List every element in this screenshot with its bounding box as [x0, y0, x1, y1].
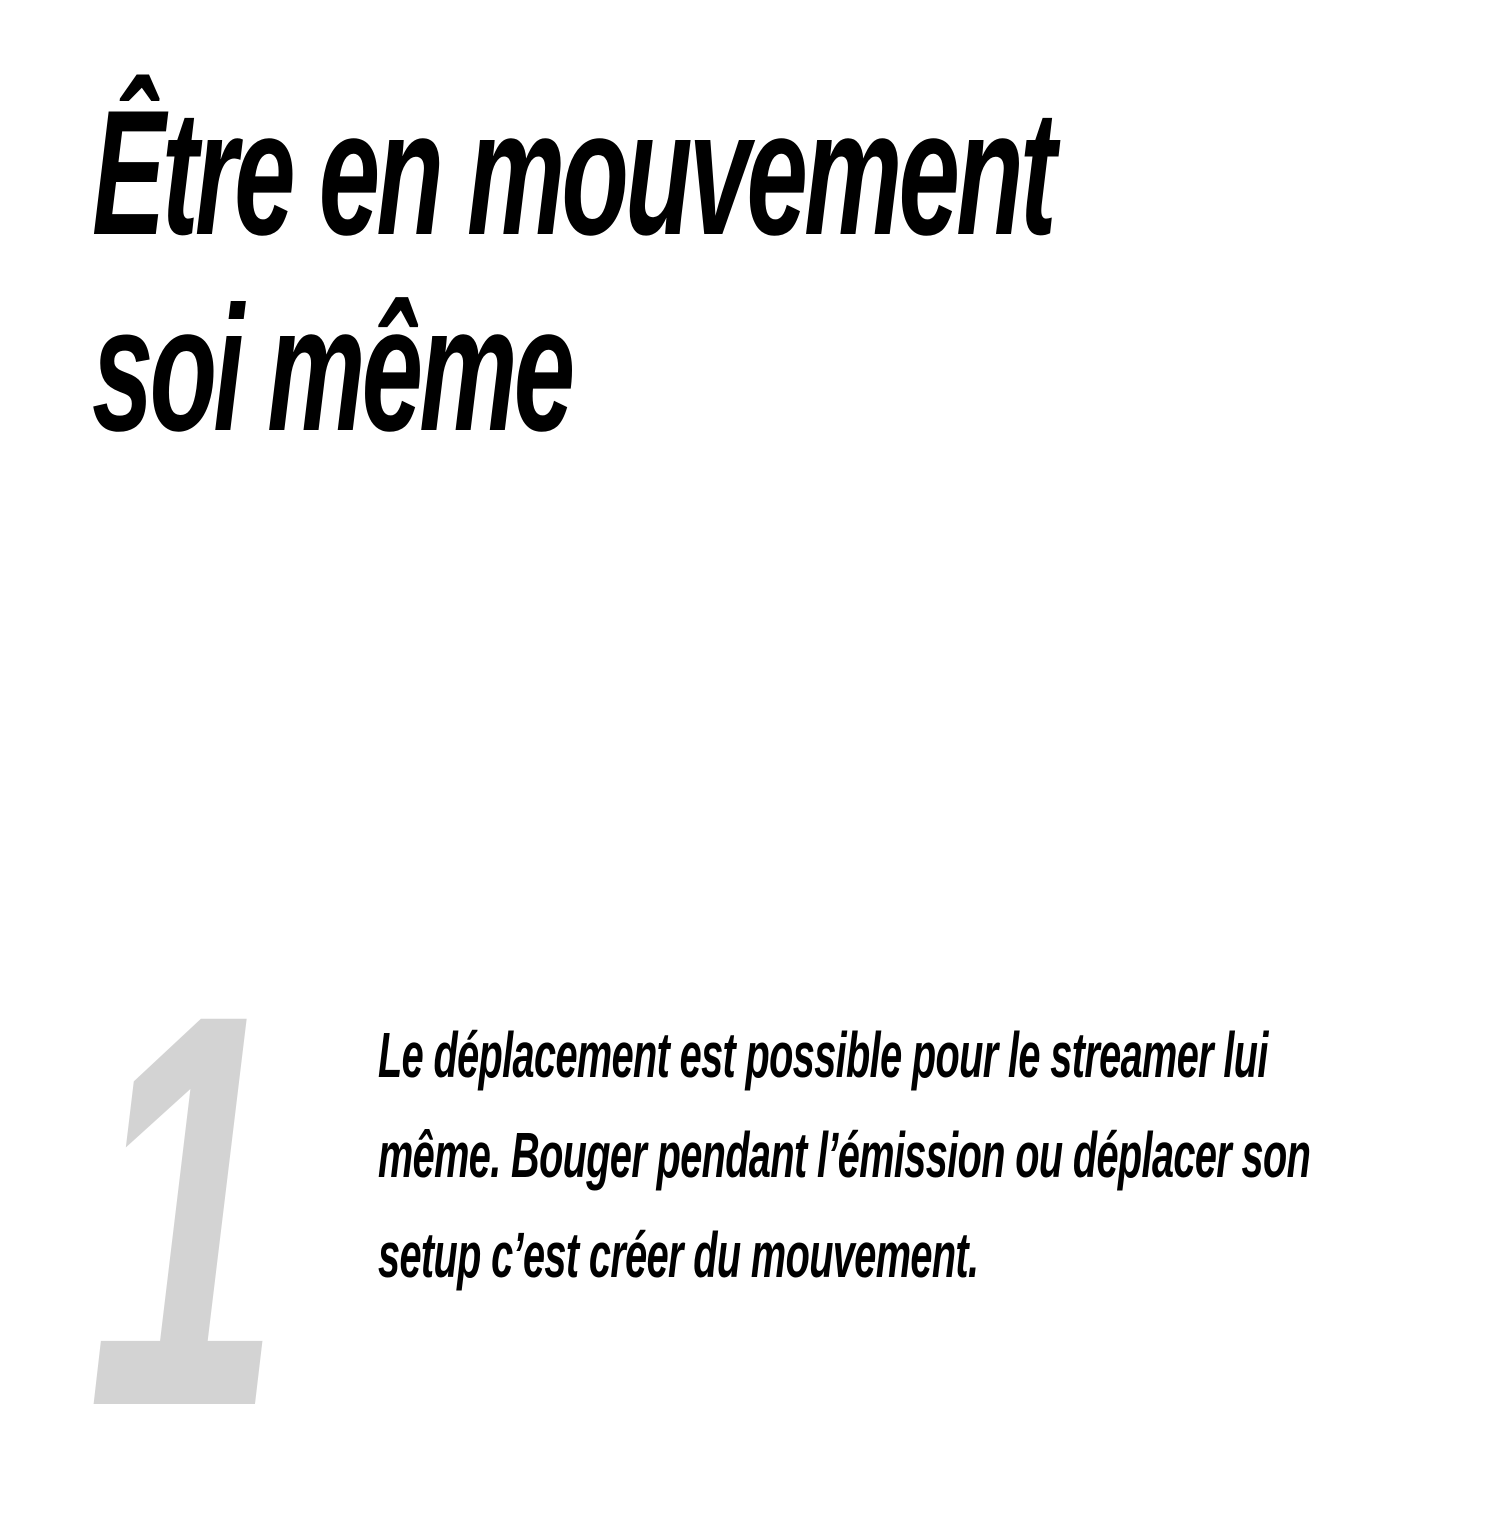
step-description-line: Le déplacement est possible pour le stre… — [378, 1019, 1268, 1091]
step-description-line: setup c’est créer du mouvement. — [378, 1219, 979, 1291]
step-description-line: même. Bouger pendant l’émission ou dépla… — [378, 1119, 1311, 1191]
page: Être en mouvement soi même 1 Le déplacem… — [0, 0, 1500, 1500]
title-line-2: soi même — [92, 269, 575, 468]
step-description: Le déplacement est possible pour le stre… — [378, 1005, 1432, 1305]
title-line-1: Être en mouvement — [92, 73, 1057, 272]
page-title: Être en mouvement soi même — [92, 73, 1057, 468]
step-number: 1 — [88, 897, 282, 1523]
